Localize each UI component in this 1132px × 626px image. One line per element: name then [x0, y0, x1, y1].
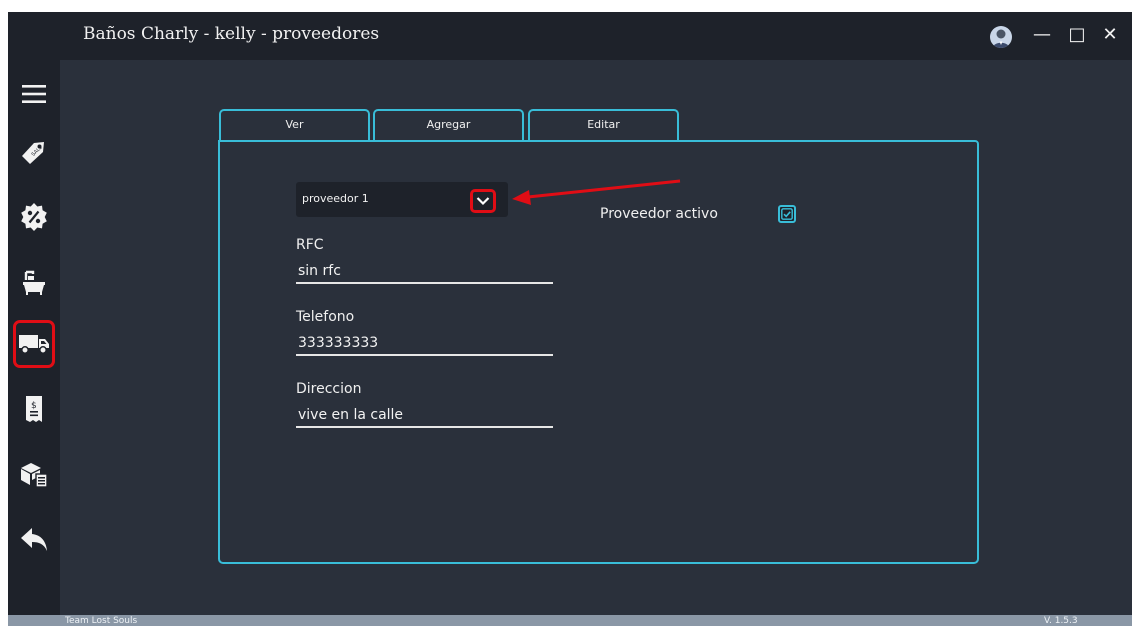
dropdown-toggle-button[interactable]: [470, 189, 496, 213]
receipt-icon: $: [26, 396, 42, 422]
menu-button[interactable]: [13, 73, 55, 115]
version-label: V. 1.5.3: [1044, 616, 1078, 626]
team-label: Team Lost Souls: [65, 616, 138, 626]
discounts-nav-button[interactable]: [13, 196, 55, 238]
truck-icon: [19, 335, 49, 354]
sale-tag-icon: SALE: [22, 142, 44, 164]
provider-select[interactable]: proveedor 1: [296, 182, 508, 217]
telefono-field[interactable]: [296, 334, 553, 356]
back-button[interactable]: [13, 518, 55, 560]
close-button[interactable]: ✕: [1098, 25, 1122, 45]
inventory-boxes-icon: [21, 463, 48, 488]
discount-badge-icon: [21, 203, 47, 231]
direccion-field[interactable]: [296, 406, 553, 428]
status-bar: Team Lost Souls V. 1.5.3: [8, 615, 1132, 626]
active-provider-checkbox[interactable]: [778, 205, 796, 223]
minimize-button[interactable]: —: [1030, 25, 1054, 45]
inventory-nav-button[interactable]: [13, 453, 55, 495]
checkmark-icon: [781, 208, 793, 220]
rfc-field[interactable]: [296, 262, 553, 284]
products-nav-button[interactable]: [13, 261, 55, 303]
tab-editar[interactable]: Editar: [528, 109, 679, 140]
chevron-down-icon: [476, 197, 490, 206]
tab-agregar[interactable]: Agregar: [373, 109, 524, 140]
title-bar: Baños Charly - kelly - proveedores — □ ✕: [8, 12, 1132, 60]
svg-text:$: $: [31, 401, 37, 411]
sales-nav-button[interactable]: SALE: [13, 131, 55, 173]
maximize-button[interactable]: □: [1065, 25, 1089, 45]
sidebar: SALE $: [8, 60, 60, 615]
tab-ver[interactable]: Ver: [219, 109, 370, 140]
back-arrow-icon: [21, 528, 47, 551]
rfc-label: RFC: [296, 237, 324, 253]
receipts-nav-button[interactable]: $: [13, 388, 55, 430]
window-title: Baños Charly - kelly - proveedores: [83, 24, 380, 44]
annotation-arrow: [512, 179, 681, 205]
active-provider-label: Proveedor activo: [600, 206, 718, 222]
telefono-label: Telefono: [296, 309, 355, 325]
menu-icon: [22, 85, 46, 103]
app-window: Baños Charly - kelly - proveedores — □ ✕: [8, 12, 1132, 626]
direccion-label: Direccion: [296, 381, 362, 397]
user-avatar-icon[interactable]: [990, 26, 1012, 48]
provider-select-value: proveedor 1: [302, 192, 369, 205]
bathtub-icon: [23, 270, 45, 295]
suppliers-nav-button[interactable]: [13, 320, 55, 368]
